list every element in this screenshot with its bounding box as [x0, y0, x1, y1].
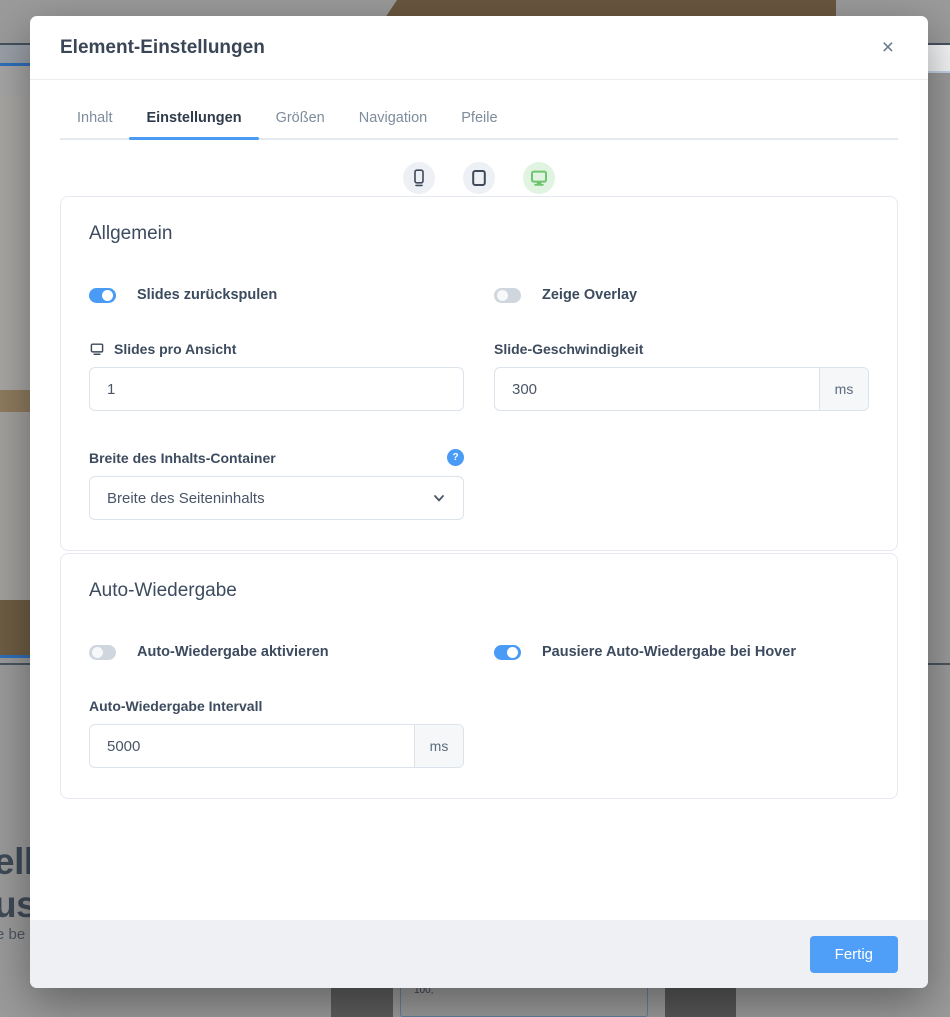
tab-inhalt[interactable]: Inhalt — [60, 110, 129, 138]
background-dark-block — [331, 988, 393, 1017]
field-label-text: Slides pro Ansicht — [114, 341, 236, 357]
background-page-edge — [928, 45, 950, 73]
desktop-icon — [529, 168, 549, 188]
select-value: Breite des Seiteninhalts — [107, 490, 265, 507]
field-label-text: Slide-Geschwindigkeit — [494, 341, 643, 357]
device-phone-button[interactable] — [403, 162, 435, 194]
tab-navigation[interactable]: Navigation — [342, 110, 445, 138]
monitor-icon — [89, 341, 105, 357]
tablet-icon — [469, 168, 489, 188]
modal-footer: Fertig — [30, 920, 928, 988]
device-switcher — [30, 162, 928, 194]
toggle-pause-bei-hover[interactable] — [494, 645, 521, 660]
toggle-label: Zeige Overlay — [542, 287, 637, 303]
section-title: Auto-Wiedergabe — [89, 580, 869, 602]
toggle-label: Pausiere Auto-Wiedergabe bei Hover — [542, 644, 796, 660]
section-auto-wiedergabe: Auto-Wiedergabe Auto-Wiedergabe aktivier… — [60, 553, 898, 799]
section-allgemein: Allgemein Slides zurückspulen Zeige Over… — [60, 196, 898, 551]
field-slide-geschwindigkeit: Slide-Geschwindigkeit ms — [494, 341, 869, 411]
slides-per-view-input[interactable] — [90, 368, 463, 410]
autoplay-interval-input[interactable] — [90, 725, 414, 767]
close-icon[interactable]: × — [878, 33, 898, 62]
toggle-label: Auto-Wiedergabe aktivieren — [137, 644, 329, 660]
field-label-text: Auto-Wiedergabe Intervall — [89, 698, 262, 714]
tab-einstellungen[interactable]: Einstellungen — [129, 110, 258, 138]
screen: elle us e be 100, Element-Einstellungen … — [0, 0, 950, 1017]
phone-icon — [409, 168, 429, 188]
background-slider-photo-strip — [0, 45, 30, 660]
field-slides-pro-ansicht: Slides pro Ansicht — [89, 341, 464, 411]
device-desktop-button[interactable] — [523, 162, 555, 194]
field-autoplay-intervall: Auto-Wiedergabe Intervall ms — [89, 698, 464, 768]
toggle-autoplay-aktivieren[interactable] — [89, 645, 116, 660]
device-tablet-button[interactable] — [463, 162, 495, 194]
toggle-label: Slides zurückspulen — [137, 287, 277, 303]
fertig-button[interactable]: Fertig — [810, 936, 898, 973]
slide-speed-input[interactable] — [495, 368, 819, 410]
modal-header: Element-Einstellungen × — [30, 16, 928, 80]
tab-groessen[interactable]: Größen — [259, 110, 342, 138]
unit-suffix: ms — [414, 725, 463, 767]
tab-bar: Inhalt Einstellungen Größen Navigation P… — [60, 110, 898, 140]
section-title: Allgemein — [89, 223, 869, 245]
field-breite-inhalts-container: Breite des Inhalts-Container ? Breite de… — [89, 449, 464, 520]
toggle-slides-zurueckspulen[interactable] — [89, 288, 116, 303]
background-input-fragment: 100, — [400, 983, 648, 1017]
background-paragraph-fragment: e be — [0, 926, 25, 943]
element-settings-modal: Element-Einstellungen × Inhalt Einstellu… — [30, 16, 928, 988]
toggle-zeige-overlay[interactable] — [494, 288, 521, 303]
modal-title: Element-Einstellungen — [60, 37, 265, 59]
help-icon[interactable]: ? — [447, 449, 464, 466]
field-label-text: Breite des Inhalts-Container — [89, 450, 276, 466]
unit-suffix: ms — [819, 368, 868, 410]
content-width-select[interactable]: Breite des Seiteninhalts — [89, 476, 464, 520]
chevron-down-icon — [432, 491, 446, 505]
tab-pfeile[interactable]: Pfeile — [444, 110, 514, 138]
